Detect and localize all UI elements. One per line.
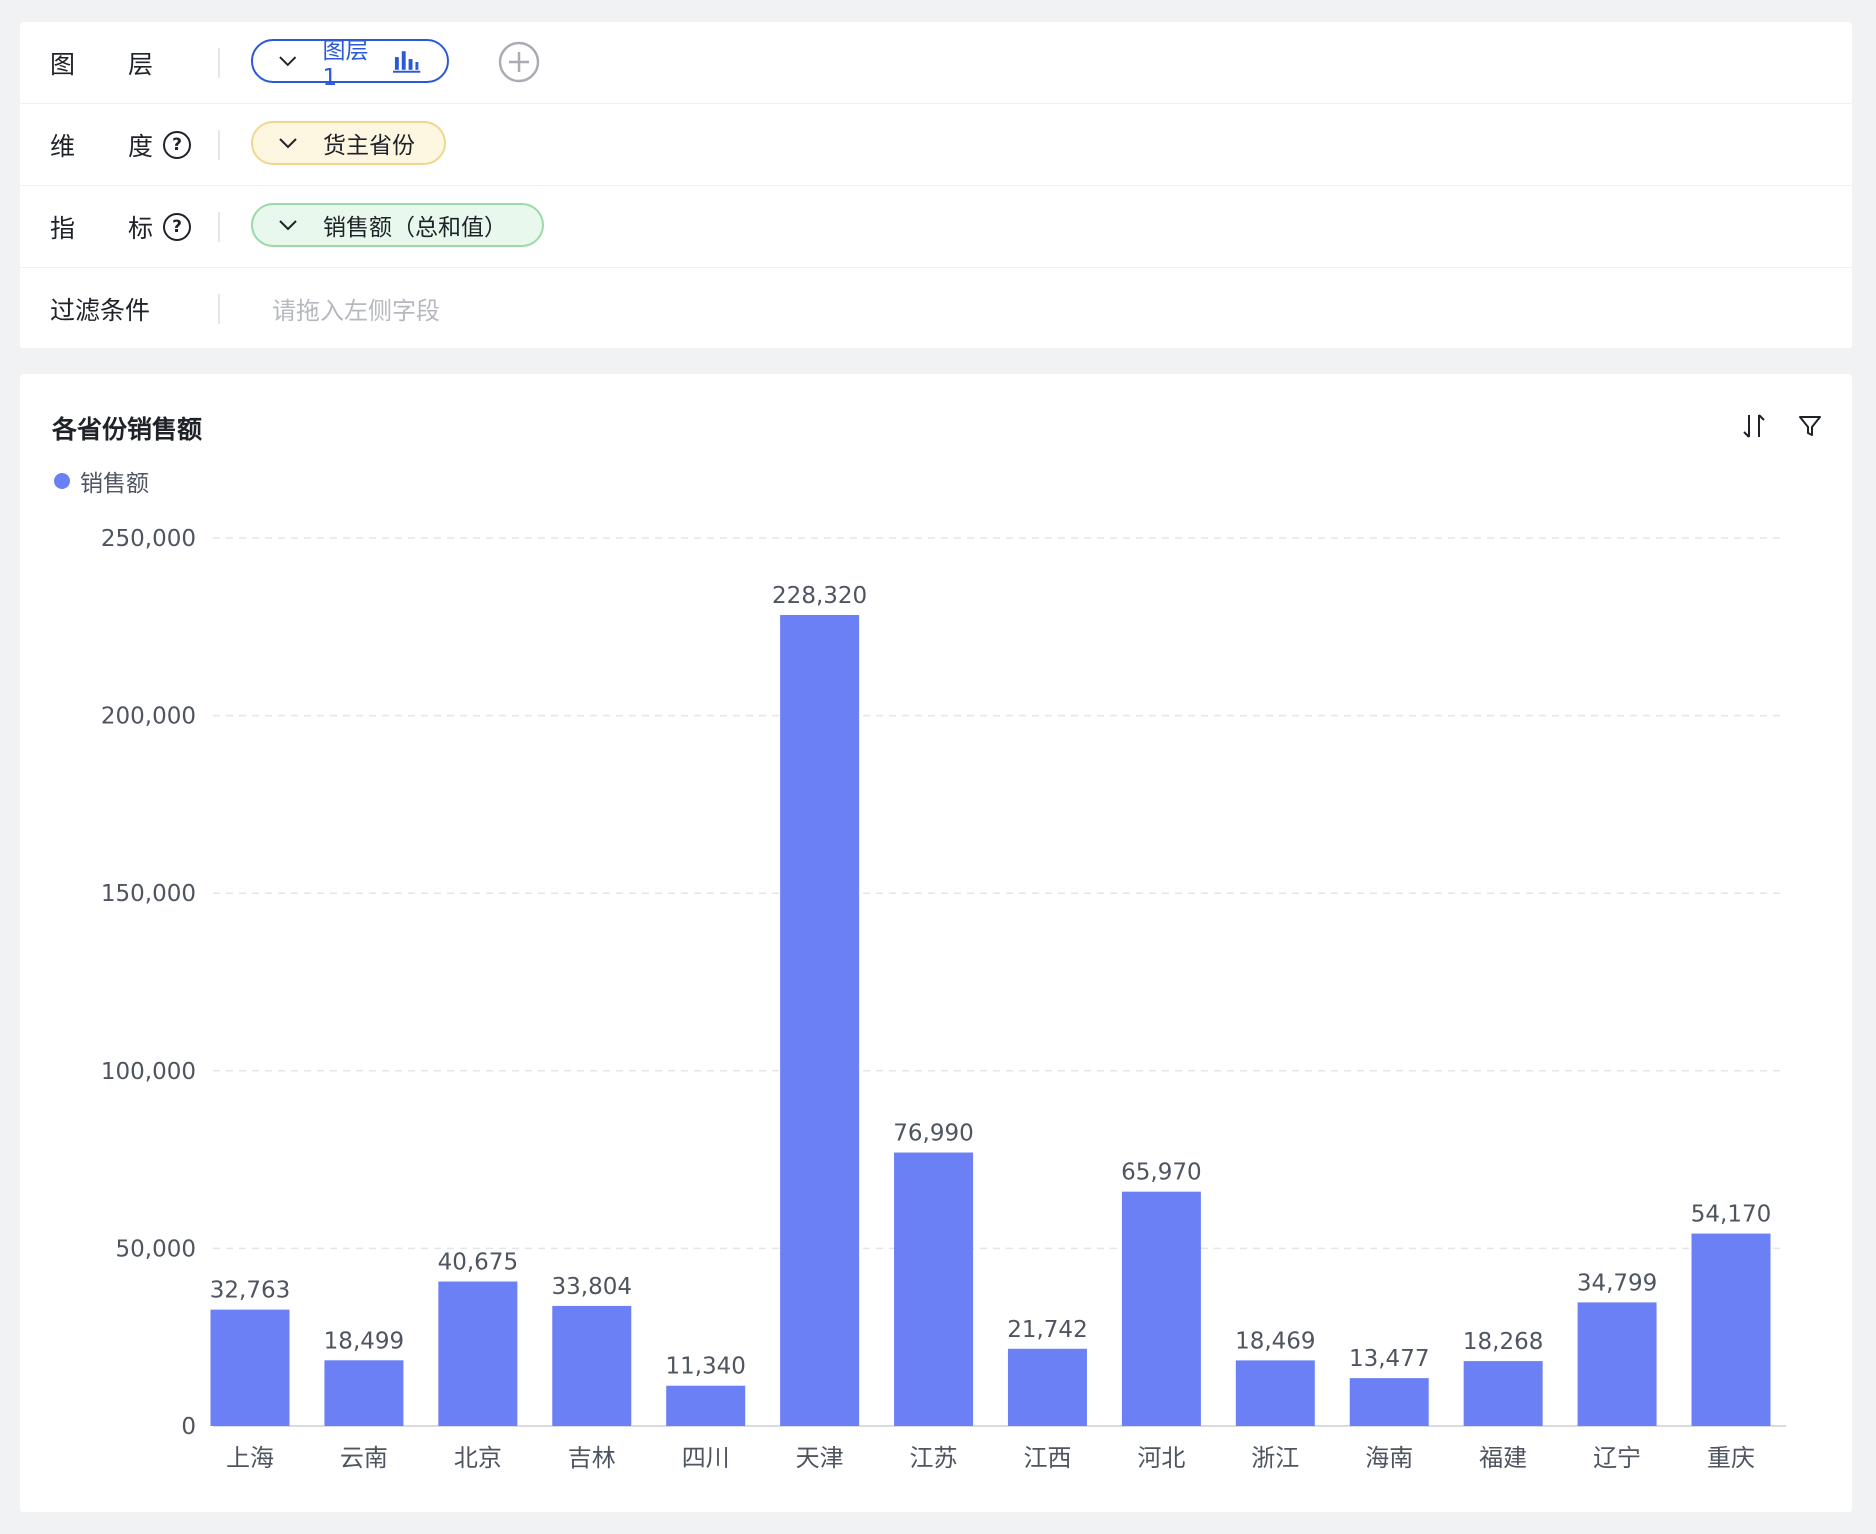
x-tick-label: 吉林	[568, 1444, 616, 1472]
dimension-label: 维 度 ?	[50, 125, 200, 165]
y-tick-label: 200,000	[101, 704, 196, 730]
x-tick-label: 辽宁	[1593, 1444, 1641, 1472]
layer-row: 图 层 图层1	[20, 22, 1852, 104]
x-tick-label: 江苏	[910, 1444, 958, 1472]
x-tick-label: 浙江	[1251, 1444, 1299, 1472]
x-tick-label: 上海	[226, 1444, 274, 1472]
layer-select-pill[interactable]: 图层1	[251, 38, 449, 91]
chevron-down-icon	[279, 56, 297, 67]
data-label: 34,799	[1577, 1270, 1657, 1296]
bar[interactable]	[1349, 1378, 1429, 1426]
bars	[210, 615, 1771, 1426]
help-icon[interactable]: ?	[163, 130, 192, 159]
chart-card: 0 50,000 100,000 150,000 200,000 250,000 32,7…	[20, 374, 1852, 1512]
bar[interactable]	[1121, 1191, 1201, 1426]
bar[interactable]	[1235, 1360, 1315, 1426]
y-tick-label: 150,000	[101, 881, 196, 907]
data-label: 13,477	[1349, 1346, 1429, 1372]
data-label: 18,499	[324, 1328, 404, 1354]
bar[interactable]	[1577, 1302, 1657, 1426]
dimension-label-char-2: 度	[128, 131, 154, 161]
layer-label: 图 层	[50, 43, 200, 83]
metric-pill-label: 销售额（总和值）	[323, 215, 507, 241]
bar[interactable]	[780, 615, 860, 1426]
bar[interactable]	[1007, 1348, 1087, 1426]
chevron-down-icon	[279, 220, 297, 231]
divider	[218, 130, 220, 160]
bar[interactable]	[1463, 1361, 1543, 1426]
add-layer-button[interactable]	[498, 41, 540, 83]
bar[interactable]	[210, 1309, 290, 1426]
filter-row: 过滤条件 请拖入左侧字段	[20, 268, 1852, 349]
metric-label-char-1: 指	[50, 213, 76, 243]
bar[interactable]	[324, 1360, 404, 1426]
bar-chart: 0 50,000 100,000 150,000 200,000 250,000 32,7…	[101, 526, 1786, 1472]
config-panel: 图 层 图层1 维 度 ? 货主省份 指 标 ? 销售额（总和值） 过滤条件 请…	[20, 22, 1852, 348]
layer-pill-label: 图层1	[322, 38, 369, 91]
data-label: 18,268	[1463, 1329, 1543, 1355]
help-icon[interactable]: ?	[163, 212, 192, 241]
bar[interactable]	[894, 1152, 974, 1426]
metric-field-pill[interactable]: 销售额（总和值）	[251, 203, 544, 247]
metric-row: 指 标 ? 销售额（总和值）	[20, 186, 1852, 268]
data-label: 32,763	[210, 1278, 290, 1304]
metric-label: 指 标 ?	[50, 207, 200, 247]
data-label: 21,742	[1007, 1317, 1087, 1343]
data-label: 11,340	[665, 1354, 745, 1380]
x-tick-label: 河北	[1137, 1444, 1185, 1472]
filter-drop-zone[interactable]: 请拖入左侧字段	[272, 291, 440, 326]
x-tick-label: 福建	[1479, 1444, 1527, 1472]
value-labels: 32,763 18,499 40,675 33,804 11,340 228,320 76,…	[210, 583, 1771, 1380]
sort-icon[interactable]	[1740, 412, 1768, 440]
x-axis-ticks: 上海 云南 北京 吉林 四川 天津 江苏 江西 河北 浙江 海南 福建 辽宁 重庆	[226, 1444, 1755, 1472]
filter-label: 过滤条件	[50, 295, 151, 325]
divider	[218, 212, 220, 242]
chart-legend[interactable]: 销售额	[54, 464, 149, 498]
data-label: 54,170	[1691, 1202, 1771, 1228]
divider	[218, 48, 220, 78]
bar[interactable]	[438, 1281, 518, 1426]
dimension-pill-label: 货主省份	[323, 133, 415, 159]
data-label: 18,469	[1235, 1328, 1315, 1354]
y-tick-label: 100,000	[101, 1059, 196, 1085]
bar-chart-icon	[392, 51, 421, 73]
x-tick-label: 天津	[796, 1444, 844, 1472]
y-tick-label: 250,000	[101, 526, 196, 552]
dimension-row: 维 度 ? 货主省份	[20, 104, 1852, 186]
divider	[218, 294, 220, 324]
x-tick-label: 北京	[454, 1444, 502, 1472]
data-label: 33,804	[552, 1274, 632, 1300]
data-label: 65,970	[1121, 1160, 1201, 1186]
y-tick-label: 0	[181, 1414, 196, 1440]
data-label: 40,675	[438, 1250, 518, 1276]
y-axis-ticks: 0 50,000 100,000 150,000 200,000 250,000	[101, 526, 196, 1440]
legend-label: 销售额	[80, 471, 149, 497]
dimension-label-char-1: 维	[50, 131, 76, 161]
layer-label-char-1: 图	[50, 49, 76, 79]
metric-label-char-2: 标	[128, 213, 154, 243]
chart-title: 各省份销售额	[52, 415, 203, 444]
x-tick-label: 云南	[340, 1444, 388, 1472]
y-tick-label: 50,000	[116, 1236, 196, 1262]
data-label: 76,990	[893, 1121, 973, 1147]
filter-icon[interactable]	[1796, 412, 1824, 440]
legend-marker	[54, 473, 70, 489]
bar[interactable]	[666, 1385, 746, 1426]
x-tick-label: 江西	[1023, 1444, 1071, 1472]
dimension-field-pill[interactable]: 货主省份	[251, 121, 446, 165]
bar[interactable]	[552, 1305, 632, 1426]
x-tick-label: 重庆	[1707, 1444, 1755, 1472]
bar[interactable]	[1691, 1233, 1771, 1426]
chevron-down-icon	[279, 138, 297, 149]
x-tick-label: 四川	[682, 1444, 730, 1472]
layer-label-char-2: 层	[128, 49, 154, 79]
data-label: 228,320	[772, 583, 867, 609]
x-tick-label: 海南	[1365, 1444, 1413, 1472]
